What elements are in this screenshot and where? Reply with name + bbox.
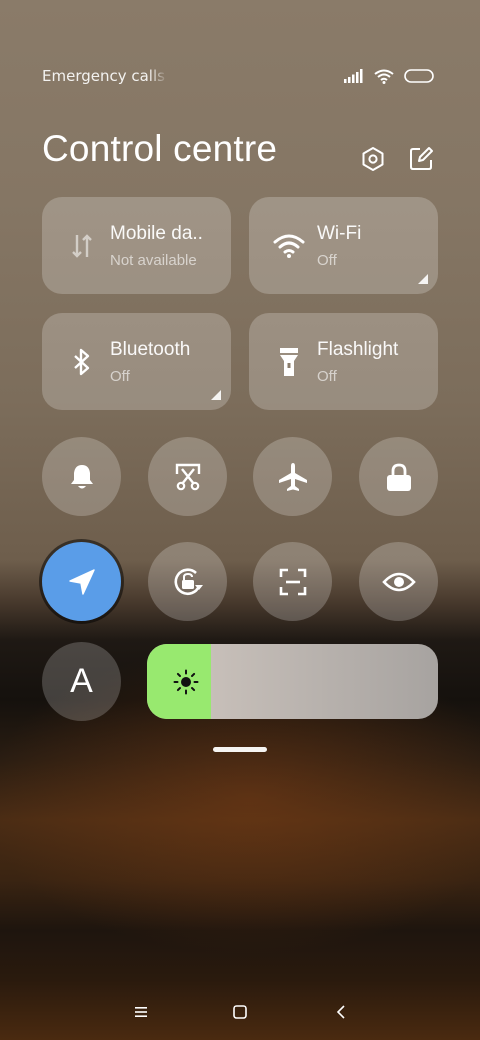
screenshot-button[interactable] <box>148 437 227 516</box>
scissors-icon <box>175 463 200 490</box>
tile-status: Off <box>110 368 130 385</box>
rotation-lock-icon <box>173 567 203 595</box>
status-icons <box>344 67 434 85</box>
settings-icon[interactable] <box>360 146 386 172</box>
flashlight-icon <box>273 346 305 378</box>
wifi-icon <box>374 69 394 84</box>
tile-status: Off <box>317 368 337 385</box>
eye-icon <box>381 572 416 591</box>
expand-corner-icon[interactable] <box>418 274 428 284</box>
brightness-icon <box>173 669 199 695</box>
navigation-bar <box>0 990 480 1030</box>
tile-bluetooth[interactable]: Bluetooth Off <box>42 313 231 410</box>
scan-icon <box>279 568 306 595</box>
menu-icon[interactable] <box>129 1000 153 1024</box>
tile-label: Wi-Fi <box>317 223 362 244</box>
title-icons <box>360 146 434 172</box>
tile-status: Not available <box>110 252 197 269</box>
brightness-slider[interactable] <box>147 644 438 719</box>
tile-wifi[interactable]: Wi-Fi Off <box>249 197 438 294</box>
location-button[interactable] <box>42 542 121 621</box>
font-size-button[interactable]: A <box>42 642 121 721</box>
bluetooth-icon <box>66 346 98 378</box>
page-title: Control centre <box>42 128 278 169</box>
tile-status: Off <box>317 252 337 269</box>
silent-button[interactable] <box>42 437 121 516</box>
airplane-mode-button[interactable] <box>253 437 332 516</box>
emergency-calls-text: Emergency calls only <box>42 67 168 85</box>
tile-label: Bluetooth <box>110 339 191 360</box>
font-letter: A <box>70 662 93 700</box>
wifi-icon <box>273 230 305 262</box>
tile-label: Flashlight <box>317 339 399 360</box>
bell-icon <box>70 464 93 488</box>
location-arrow-icon <box>68 568 95 595</box>
scan-button[interactable] <box>253 542 332 621</box>
airplane-icon <box>278 462 307 491</box>
edit-icon[interactable] <box>408 146 434 172</box>
mobile-data-icon <box>66 230 98 262</box>
tile-mobile-data[interactable]: Mobile da.. Not available <box>42 197 231 294</box>
tile-flashlight[interactable]: Flashlight Off <box>249 313 438 410</box>
home-indicator[interactable] <box>213 747 267 752</box>
battery-icon <box>404 69 434 83</box>
home-icon[interactable] <box>228 1000 252 1024</box>
tile-label: Mobile da.. <box>110 223 203 244</box>
lock-screen-button[interactable] <box>359 437 438 516</box>
back-icon[interactable] <box>329 1000 353 1024</box>
lock-icon <box>386 463 411 491</box>
signal-icon <box>344 69 363 83</box>
expand-corner-icon[interactable] <box>211 390 221 400</box>
reading-mode-button[interactable] <box>359 542 438 621</box>
status-bar: Emergency calls only <box>0 0 480 120</box>
rotation-lock-button[interactable] <box>148 542 227 621</box>
